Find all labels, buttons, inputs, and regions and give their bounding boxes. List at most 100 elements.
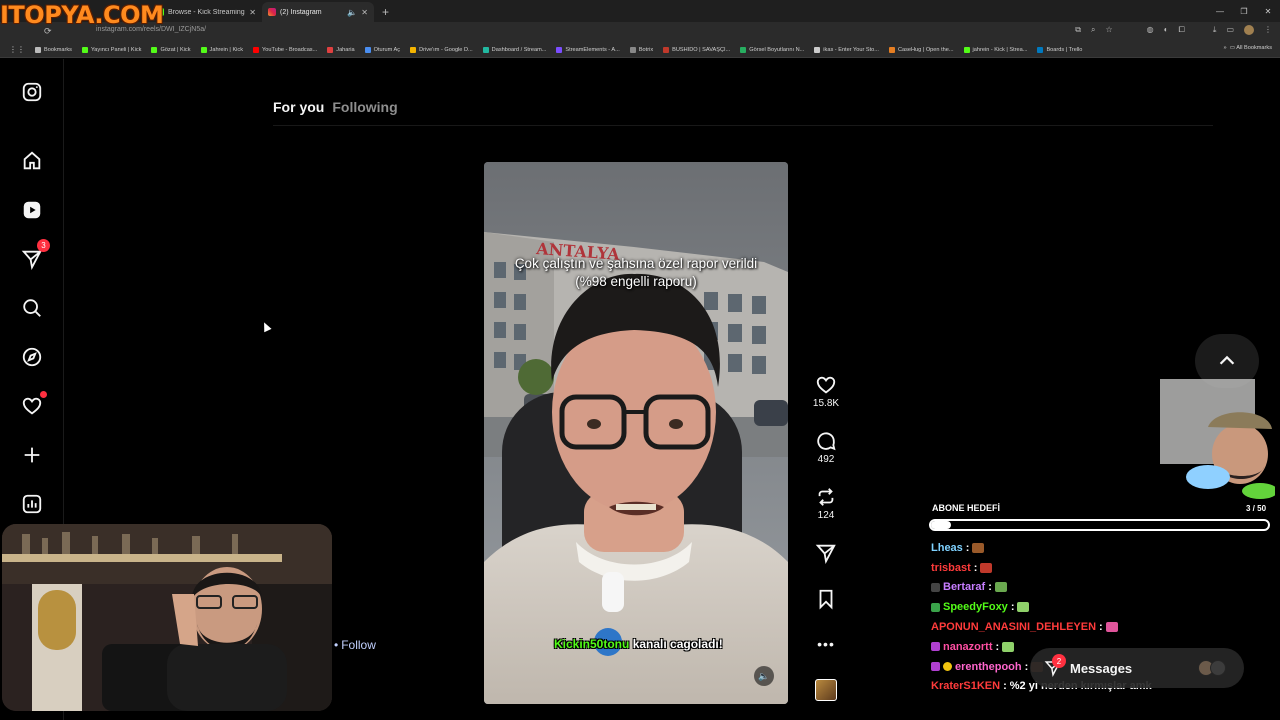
- apps-icon[interactable]: ⋮⋮: [4, 45, 30, 54]
- restore-icon[interactable]: ❐: [1232, 0, 1256, 22]
- chat-username: APONUN_ANASINI_DEHLEYEN: [931, 621, 1097, 634]
- like-count: 15.8K: [812, 398, 840, 409]
- bookmark-label: Drive'ım - Google D...: [419, 46, 473, 53]
- like-button[interactable]: 15.8K: [810, 374, 842, 409]
- bookmark-icon: [819, 589, 833, 610]
- site-icon: [740, 46, 747, 53]
- chat-emote-icon: [1002, 641, 1015, 652]
- chat-message: trisbast:: [931, 558, 1271, 578]
- repost-button[interactable]: 124: [810, 486, 842, 521]
- notifications-icon[interactable]: [20, 391, 47, 418]
- zoom-icon[interactable]: ⌕: [1091, 25, 1095, 35]
- bookmark-item[interactable]: BUSHIDO | SAVAŞÇI...: [658, 46, 735, 53]
- tabs-divider: [273, 125, 1213, 126]
- home-icon[interactable]: [20, 149, 44, 173]
- bookmark-item[interactable]: Jaharia: [322, 46, 359, 53]
- chat-badge-icon: [931, 642, 940, 652]
- star-icon[interactable]: ☆: [1105, 25, 1112, 35]
- tab-following[interactable]: Following: [332, 99, 397, 115]
- bookmark-item[interactable]: Görsel Boyutlarını N...: [735, 46, 809, 53]
- reel-video[interactable]: ANTALYA Çok çalıştın ve şahsına özel rap…: [484, 162, 788, 704]
- bookmark-label: Bookmarks: [44, 46, 72, 53]
- close-window-icon[interactable]: ✕: [1256, 0, 1280, 22]
- bookmark-label: jahrein - Kick | Strea...: [972, 46, 1028, 53]
- itopya-watermark-logo: ITOPYA.COM: [0, 1, 164, 29]
- create-icon[interactable]: [20, 443, 44, 467]
- bookmark-item[interactable]: Yayıncı Paneli | Kick: [77, 46, 146, 53]
- bookmark-item[interactable]: ikas - Enter Your Sto...: [809, 46, 884, 53]
- share-button[interactable]: [810, 542, 842, 564]
- tab-for-you[interactable]: For you: [273, 99, 324, 115]
- site-icon: [556, 46, 563, 53]
- download-icon[interactable]: ⤓: [1213, 25, 1217, 35]
- bookmark-item[interactable]: YouTube - Broadcas...: [248, 46, 322, 53]
- notification-dot: [40, 391, 47, 398]
- chat-badge-icon: [931, 662, 940, 672]
- tab-title: (2) Instagram: [280, 8, 322, 16]
- bookmark-item[interactable]: Drive'ım - Google D...: [405, 46, 478, 53]
- chat-badge-icon: [931, 602, 940, 612]
- profile-avatar[interactable]: [1244, 25, 1254, 35]
- close-tab-icon[interactable]: ✕: [249, 8, 256, 17]
- window-icon[interactable]: ▭: [1226, 25, 1234, 35]
- bookmark-item[interactable]: StreamElements - A...: [551, 46, 624, 53]
- chat-username: SpeedyFoxy: [943, 601, 1008, 614]
- close-tab-icon[interactable]: ✕: [361, 8, 368, 17]
- cast-icon[interactable]: ⧉: [1075, 25, 1081, 35]
- bookmark-item[interactable]: jahrein - Kick | Strea...: [959, 46, 1033, 53]
- kick-icon: [963, 46, 970, 53]
- bookmark-item[interactable]: Jahrein | Kick: [196, 46, 248, 53]
- messages-badge: 2: [1052, 654, 1066, 668]
- site-icon: [629, 46, 636, 53]
- dashboard-icon[interactable]: [20, 492, 44, 516]
- instagram-logo-icon[interactable]: [20, 80, 44, 104]
- webcam-frame: [2, 524, 332, 711]
- speaker-icon[interactable]: 🔈: [347, 8, 357, 17]
- browser-tab-instagram[interactable]: (2) Instagram 🔈 ✕: [262, 2, 374, 22]
- bookmark-label: Botrix: [638, 46, 654, 53]
- browser-tab-kick[interactable]: Browse - Kick Streaming ✕: [150, 2, 262, 22]
- mouse-cursor: [260, 320, 272, 333]
- bookmark-item[interactable]: Oturum Aç: [360, 46, 405, 53]
- bookmark-item[interactable]: Botrix: [625, 46, 658, 53]
- chat-emote-icon: [1105, 622, 1118, 633]
- chat-badge-icon: [943, 662, 952, 672]
- repost-count: 124: [817, 510, 835, 521]
- direct-messages-icon[interactable]: 3: [20, 239, 50, 271]
- chat-username: Lheas: [931, 541, 963, 554]
- share-icon: [815, 544, 836, 564]
- minimize-icon[interactable]: —: [1208, 0, 1232, 22]
- heart-icon: [816, 376, 836, 394]
- explore-icon[interactable]: [20, 345, 44, 369]
- bookmark-item[interactable]: Dashboard / Stream...: [478, 46, 552, 53]
- bookmark-label: Oturum Aç: [373, 46, 401, 53]
- audio-thumbnail[interactable]: [810, 679, 842, 701]
- bookmark-item[interactable]: Gözat | Kick: [146, 46, 195, 53]
- site-icon: [888, 46, 895, 53]
- search-icon[interactable]: [20, 296, 44, 320]
- notification-badge: 3: [37, 239, 50, 252]
- chat-message: SpeedyFoxy:: [931, 597, 1271, 617]
- comment-button[interactable]: 492: [810, 430, 842, 465]
- site-icon: [814, 46, 821, 53]
- bookmark-item[interactable]: CaseHug | Open the...: [884, 46, 959, 53]
- streamer-webcam: [2, 524, 332, 711]
- new-tab-button[interactable]: +: [374, 2, 397, 22]
- menu-icon[interactable]: ⋮: [1264, 25, 1272, 35]
- bookmark-item[interactable]: Bookmarks: [30, 46, 77, 53]
- puzzle-icon[interactable]: ⧠: [1178, 25, 1184, 35]
- more-options-button[interactable]: •••: [810, 636, 842, 652]
- save-button[interactable]: [810, 588, 842, 610]
- extension-icon[interactable]: ◍: [1147, 25, 1154, 35]
- reel-caption: Çok çalıştın ve şahsına özel rapor veril…: [494, 255, 778, 291]
- mute-toggle-icon[interactable]: 🔈: [754, 666, 774, 686]
- bookmark-item[interactable]: Boards | Trello: [1032, 46, 1087, 53]
- bookmark-label: YouTube - Broadcas...: [262, 46, 318, 53]
- reels-icon[interactable]: [20, 198, 44, 222]
- messages-button[interactable]: 2 Messages: [1030, 648, 1244, 688]
- audio-thumbnail-image: [815, 679, 837, 701]
- extension-icon[interactable]: ◐: [1164, 25, 1169, 35]
- follow-button[interactable]: • Follow: [334, 638, 376, 652]
- bookmark-label: Görsel Boyutlarını N...: [749, 46, 805, 53]
- all-bookmarks-button[interactable]: » ▭ All Bookmarks: [1224, 45, 1273, 51]
